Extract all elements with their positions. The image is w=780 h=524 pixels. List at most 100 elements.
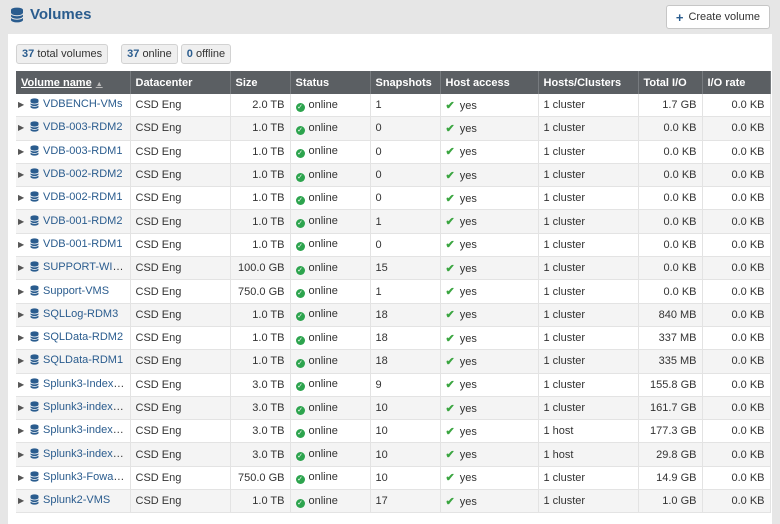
checkmark-icon: ✔	[445, 286, 455, 299]
column-header-total-io[interactable]: Total I/O	[638, 71, 703, 94]
volume-name-cell: ▶ SQLLog-RDM3	[16, 303, 131, 327]
volume-name-link[interactable]: Splunk3-Indexer4	[43, 378, 129, 390]
volume-name-link[interactable]: Support-VMS	[43, 285, 109, 297]
volume-name-cell: ▶ VDBENCH-VMs	[16, 94, 131, 118]
volume-name-link[interactable]: Splunk3-indexe...	[43, 401, 128, 413]
volume-icon	[30, 447, 39, 462]
total-volumes-badge[interactable]: 37 total volumes	[16, 44, 109, 64]
expand-arrow-icon[interactable]: ▶	[18, 263, 30, 272]
page-title: Volumes	[30, 6, 92, 23]
offline-badge[interactable]: 0 offline	[180, 44, 232, 64]
table-row[interactable]: ▶ VDB-002-RDM2 CSD Eng 1.0 TB ✓ online 0 ✔ yes 1 …	[16, 163, 771, 188]
online-count: 37	[127, 48, 140, 60]
snapshots-cell: 1	[370, 279, 441, 304]
expand-arrow-icon[interactable]: ▶	[18, 287, 30, 296]
expand-arrow-icon[interactable]: ▶	[18, 170, 30, 179]
table-row[interactable]: ▶ VDBENCH-VMs CSD Eng 2.0 TB ✓ online 1 ✔ yes 1 c…	[16, 94, 771, 118]
table-header-row: Volume name ▲ Datacenter Size Status Snap…	[16, 71, 771, 94]
size-cell: 1.0 TB	[230, 116, 291, 141]
checkmark-icon: ✔	[445, 309, 455, 322]
column-header-status[interactable]: Status	[290, 71, 371, 94]
volume-name-cell: ▶ Support-VMS	[16, 279, 131, 304]
volume-name-link[interactable]: VDB-002-RDM1	[43, 191, 122, 203]
volume-name-link[interactable]: SUPPORT-WIN...	[43, 261, 129, 273]
volume-name-cell: ▶ VDB-003-RDM1	[16, 140, 131, 164]
hosts-clusters-cell: 1 cluster	[538, 466, 639, 491]
volume-name-link[interactable]: Splunk3-indexe...	[43, 448, 128, 460]
table-row[interactable]: ▶ SQLData-RDM1 CSD Eng 1.0 TB ✓ online 18 ✔ yes 1…	[16, 349, 771, 374]
expand-arrow-icon[interactable]: ▶	[18, 193, 30, 202]
size-cell: 1.0 TB	[230, 140, 291, 164]
checkmark-icon: ✔	[445, 146, 455, 159]
io-rate-cell: 0.0 KB	[702, 396, 771, 421]
status-label: online	[308, 471, 338, 484]
expand-arrow-icon[interactable]: ▶	[18, 426, 30, 435]
expand-arrow-icon[interactable]: ▶	[18, 333, 30, 342]
volume-name-link[interactable]: SQLData-RDM1	[43, 354, 123, 366]
online-status-icon: ✓	[295, 475, 305, 485]
expand-arrow-icon[interactable]: ▶	[18, 450, 30, 459]
status-label: online	[308, 448, 338, 461]
create-volume-button[interactable]: + Create volume	[665, 5, 770, 29]
expand-arrow-icon[interactable]: ▶	[18, 147, 30, 156]
table-row[interactable]: ▶ Splunk3-Indexer4 CSD Eng 3.0 TB ✓ online 9 ✔ y…	[16, 373, 771, 397]
volume-name-link[interactable]: VDB-001-RDM1	[43, 238, 122, 250]
volume-name-link[interactable]: VDB-002-RDM2	[43, 168, 122, 180]
expand-arrow-icon[interactable]: ▶	[18, 403, 30, 412]
column-header-snapshots[interactable]: Snapshots	[370, 71, 441, 94]
online-badge[interactable]: 37 online	[121, 44, 178, 64]
host-access-cell: ✔ yes	[440, 256, 539, 281]
column-header-datacenter[interactable]: Datacenter	[130, 71, 231, 94]
table-row[interactable]: ▶ VDB-002-RDM1 CSD Eng 1.0 TB ✓ online 0 ✔ yes 1 …	[16, 186, 771, 211]
host-access-cell: ✔ yes	[440, 233, 539, 258]
volume-name-link[interactable]: VDB-001-RDM2	[43, 215, 122, 227]
table-row[interactable]: ▶ VDB-001-RDM1 CSD Eng 1.0 TB ✓ online 0 ✔ yes 1 …	[16, 233, 771, 258]
host-access-label: yes	[459, 122, 477, 135]
table-row[interactable]: ▶ VDB-001-RDM2 CSD Eng 1.0 TB ✓ online 1 ✔ yes 1 …	[16, 209, 771, 234]
column-header-volume-name[interactable]: Volume name ▲	[16, 71, 131, 94]
volume-name-link[interactable]: Splunk2-VMS	[43, 494, 110, 506]
column-header-io-rate[interactable]: I/O rate	[702, 71, 771, 94]
expand-arrow-icon[interactable]: ▶	[18, 473, 30, 482]
table-row[interactable]: ▶ Splunk3-indexe... CSD Eng 3.0 TB ✓ online 10…	[16, 419, 771, 444]
status-cell: ✓ online	[290, 279, 371, 304]
expand-arrow-icon[interactable]: ▶	[18, 356, 30, 365]
table-row[interactable]: ▶ SQLData-RDM2 CSD Eng 1.0 TB ✓ online 18 ✔ yes 1…	[16, 326, 771, 351]
volume-name-link[interactable]: SQLLog-RDM3	[43, 308, 118, 320]
table-row[interactable]: ▶ Support-VMS CSD Eng 750.0 GB ✓ online 1 ✔ yes 1…	[16, 279, 771, 304]
table-row[interactable]: ▶ SUPPORT-WIN... CSD Eng 100.0 GB ✓ online 15 ✔…	[16, 256, 771, 281]
table-row[interactable]: ▶ Splunk3-Fowar... CSD Eng 750.0 GB ✓ online 1…	[16, 466, 771, 491]
table-row[interactable]: ▶ Splunk3-indexe... CSD Eng 3.0 TB ✓ online 10…	[16, 396, 771, 421]
table-row[interactable]: ▶ VDB-003-RDM1 CSD Eng 1.0 TB ✓ online 0 ✔ yes 1 …	[16, 140, 771, 164]
expand-arrow-icon[interactable]: ▶	[18, 380, 30, 389]
table-row[interactable]: ▶ Splunk3-indexe... CSD Eng 3.0 TB ✓ online 10…	[16, 442, 771, 467]
volume-name-link[interactable]: SQLData-RDM2	[43, 331, 123, 343]
expand-arrow-icon[interactable]: ▶	[18, 310, 30, 319]
offline-count: 0	[186, 48, 193, 60]
host-access-cell: ✔ yes	[440, 279, 539, 304]
column-header-size[interactable]: Size	[230, 71, 291, 94]
table-row[interactable]: ▶ Splunk2-VMS CSD Eng 1.0 TB ✓ online 17 ✔ yes 1 …	[16, 489, 771, 514]
volume-name-link[interactable]: VDB-003-RDM2	[43, 121, 122, 133]
volume-name-link[interactable]: Splunk3-Fowar...	[43, 471, 126, 483]
column-header-host-access[interactable]: Host access	[440, 71, 539, 94]
column-header-hosts-clusters[interactable]: Hosts/Clusters	[538, 71, 639, 94]
status-cell: ✓ online	[290, 303, 371, 327]
size-cell: 3.0 TB	[230, 373, 291, 397]
hosts-clusters-cell: 1 host	[538, 442, 639, 467]
expand-arrow-icon[interactable]: ▶	[18, 496, 30, 505]
expand-arrow-icon[interactable]: ▶	[18, 123, 30, 132]
status-cell: ✓ online	[290, 186, 371, 211]
volume-name-link[interactable]: VDBENCH-VMs	[43, 98, 122, 110]
table-row[interactable]: ▶ VDB-003-RDM2 CSD Eng 1.0 TB ✓ online 0 ✔ yes 1 …	[16, 116, 771, 141]
expand-arrow-icon[interactable]: ▶	[18, 240, 30, 249]
datacenter-cell: CSD Eng	[130, 256, 231, 281]
volume-icon	[30, 261, 39, 275]
expand-arrow-icon[interactable]: ▶	[18, 100, 30, 109]
table-row[interactable]: ▶ SQLLog-RDM3 CSD Eng 1.0 TB ✓ online 18 ✔ yes 1 …	[16, 303, 771, 327]
volume-name-link[interactable]: VDB-003-RDM1	[43, 145, 122, 157]
expand-arrow-icon[interactable]: ▶	[18, 217, 30, 226]
hosts-clusters-cell: 1 cluster	[538, 396, 639, 421]
io-rate-cell: 0.0 KB	[702, 419, 771, 444]
volume-name-link[interactable]: Splunk3-indexe...	[43, 424, 128, 436]
